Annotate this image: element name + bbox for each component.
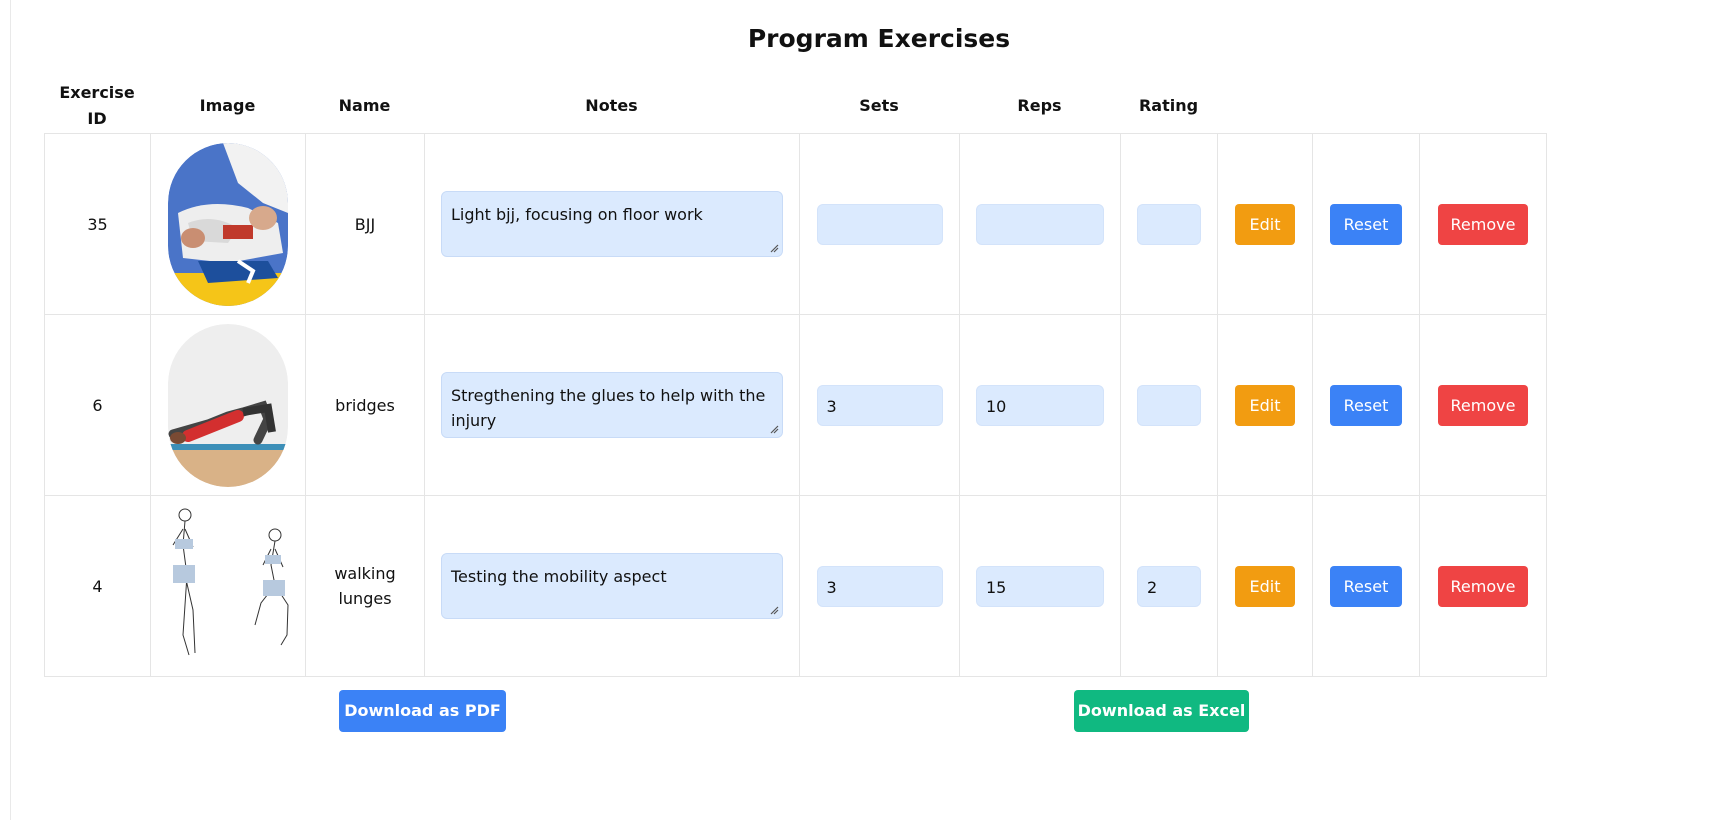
sets-cell: 3 xyxy=(799,495,960,677)
sets-input[interactable] xyxy=(816,203,943,245)
reps-cell xyxy=(959,133,1121,315)
exercise-image-cell xyxy=(150,133,306,315)
exercise-id-cell: 4 xyxy=(44,495,151,677)
sets-cell: 3 xyxy=(799,314,960,496)
column-header-name: Name xyxy=(338,96,391,115)
remove-cell: Remove xyxy=(1419,133,1547,315)
notes-cell: Light bjj, focusing on floor work xyxy=(424,133,800,315)
exercise-id-cell: 35 xyxy=(44,133,151,315)
exercise-name-cell: walking lunges xyxy=(305,495,425,677)
page-title: Program Exercises xyxy=(747,24,1011,53)
edit-button[interactable]: Edit xyxy=(1235,565,1295,607)
reps-cell: 10 xyxy=(959,314,1121,496)
glute-bridge-photo xyxy=(168,323,288,487)
remove-button[interactable]: Remove xyxy=(1438,384,1528,426)
resize-handle-icon[interactable] xyxy=(769,243,779,253)
rating-cell xyxy=(1120,133,1218,315)
edit-cell: Edit xyxy=(1217,133,1313,315)
rating-input[interactable] xyxy=(1137,203,1201,245)
notes-cell: Testing the mobility aspect xyxy=(424,495,800,677)
reset-cell: Reset xyxy=(1312,133,1420,315)
exercise-name-cell: BJJ xyxy=(305,133,425,315)
remove-cell: Remove xyxy=(1419,495,1547,677)
column-header-exercise-id: Exercise ID xyxy=(59,83,135,128)
reps-input[interactable]: 10 xyxy=(976,384,1104,426)
edit-cell: Edit xyxy=(1217,314,1313,496)
reps-input[interactable] xyxy=(976,203,1104,245)
lunge-sketch xyxy=(163,504,293,668)
resize-handle-icon[interactable] xyxy=(769,424,779,434)
edit-button[interactable]: Edit xyxy=(1235,384,1295,426)
notes-textarea[interactable]: Testing the mobility aspect xyxy=(441,553,783,619)
resize-handle-icon[interactable] xyxy=(769,605,779,615)
sets-input[interactable]: 3 xyxy=(816,384,943,426)
bjj-photo xyxy=(168,142,288,306)
column-header-sets: Sets xyxy=(859,96,899,115)
rating-input[interactable]: 2 xyxy=(1137,565,1201,607)
page-left-border xyxy=(10,0,11,820)
remove-button[interactable]: Remove xyxy=(1438,565,1528,607)
column-header-image: Image xyxy=(199,96,256,115)
reset-cell: Reset xyxy=(1312,495,1420,677)
sets-input[interactable]: 3 xyxy=(816,565,943,607)
column-header-reps: Reps xyxy=(1017,96,1062,115)
reps-cell: 15 xyxy=(959,495,1121,677)
exercise-id-cell: 6 xyxy=(44,314,151,496)
exercise-name-cell: bridges xyxy=(305,314,425,496)
remove-cell: Remove xyxy=(1419,314,1547,496)
rating-cell xyxy=(1120,314,1218,496)
exercise-image-cell xyxy=(150,495,306,677)
sets-cell xyxy=(799,133,960,315)
table-row: 4 walking lunges Testing the mobility as… xyxy=(44,495,1547,677)
column-header-rating: Rating xyxy=(1138,96,1199,115)
exercises-table: 35 BJJ Light bjj, focusing on floor work… xyxy=(44,133,1547,677)
download-pdf-button[interactable]: Download as PDF xyxy=(339,690,506,732)
column-header-notes: Notes xyxy=(585,96,638,115)
reset-button[interactable]: Reset xyxy=(1330,384,1402,426)
reset-button[interactable]: Reset xyxy=(1330,203,1402,245)
table-row: 6 bridges Stregthening the glues to help… xyxy=(44,314,1547,496)
notes-textarea[interactable]: Light bjj, focusing on floor work xyxy=(441,191,783,257)
edit-button[interactable]: Edit xyxy=(1235,203,1295,245)
notes-textarea[interactable]: Stregthening the glues to help with the i… xyxy=(441,372,783,438)
notes-cell: Stregthening the glues to help with the i… xyxy=(424,314,800,496)
rating-input[interactable] xyxy=(1137,384,1201,426)
reps-input[interactable]: 15 xyxy=(976,565,1104,607)
download-excel-button[interactable]: Download as Excel xyxy=(1074,690,1249,732)
exercise-image-cell xyxy=(150,314,306,496)
edit-cell: Edit xyxy=(1217,495,1313,677)
table-row: 35 BJJ Light bjj, focusing on floor work… xyxy=(44,133,1547,315)
rating-cell: 2 xyxy=(1120,495,1218,677)
reset-button[interactable]: Reset xyxy=(1330,565,1402,607)
reset-cell: Reset xyxy=(1312,314,1420,496)
remove-button[interactable]: Remove xyxy=(1438,203,1528,245)
